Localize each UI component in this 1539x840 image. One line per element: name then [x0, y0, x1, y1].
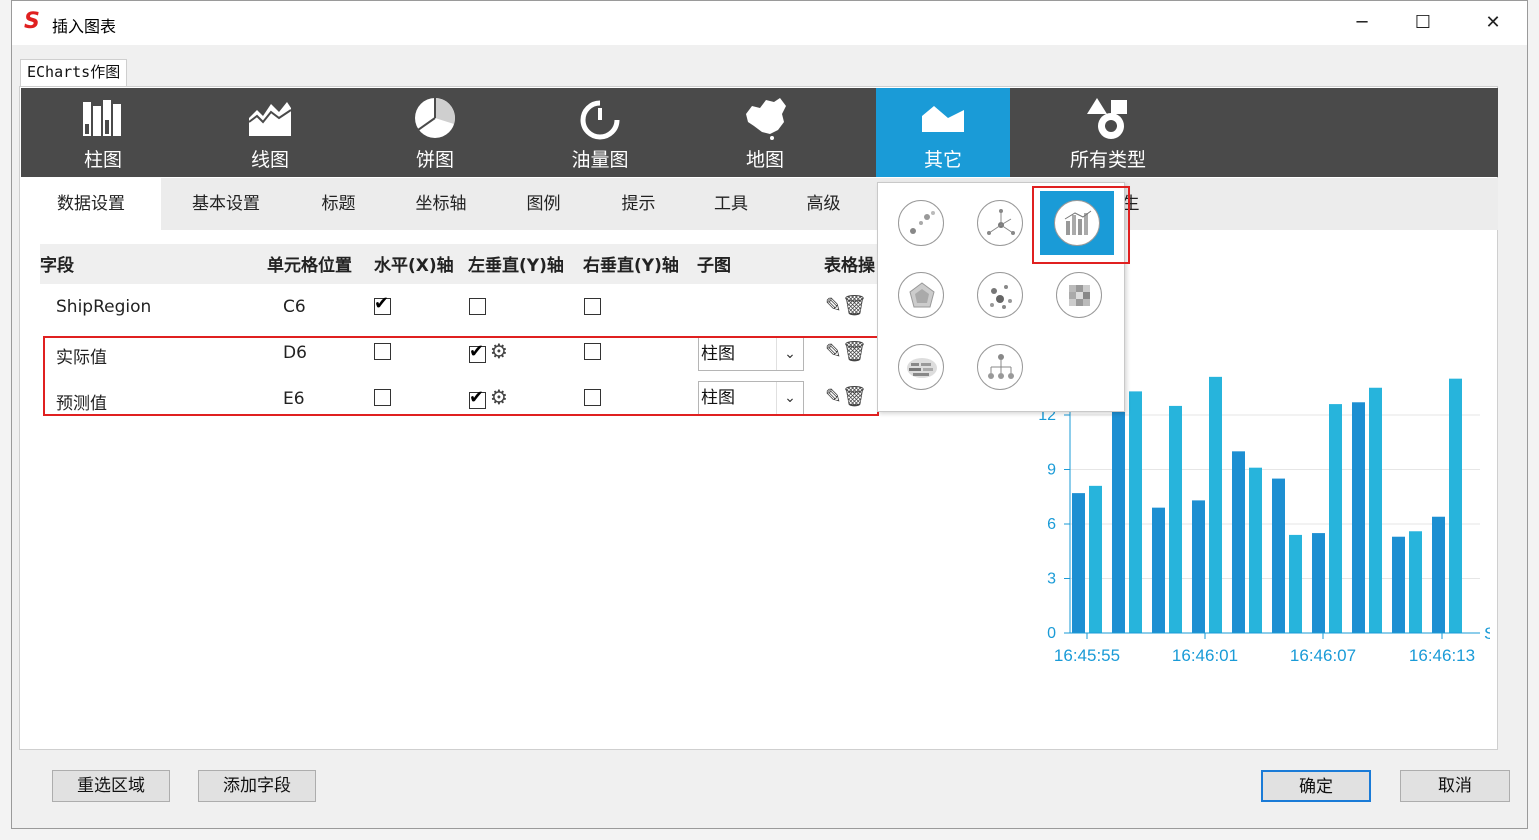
- other-chart-icon: [922, 106, 964, 132]
- bar: [1329, 404, 1342, 633]
- chart-type-line-chart[interactable]: 线图: [203, 88, 337, 177]
- dialog-title: 插入图表: [52, 17, 117, 36]
- chart-type-label: 线图: [250, 149, 289, 171]
- tab-legend[interactable]: 图例: [496, 178, 591, 230]
- chart-type-other[interactable]: 其它: [876, 88, 1010, 177]
- header-y-left: 左垂直(Y)轴: [468, 256, 564, 276]
- y-tick-label: 9: [1047, 462, 1056, 479]
- x-tick-label: 16:46:13: [1409, 646, 1475, 665]
- bar-chart-icon: [83, 100, 121, 136]
- radial-tree-icon[interactable]: [977, 200, 1023, 246]
- chart-type-gauge[interactable]: 油量图: [533, 88, 667, 177]
- bar: [1409, 531, 1422, 633]
- bar: [1129, 391, 1142, 633]
- close-button[interactable]: ✕: [1473, 9, 1513, 37]
- x-tick-label: 16:46:07: [1290, 646, 1356, 665]
- tab-axis[interactable]: 坐标轴: [386, 178, 496, 230]
- y-tick-label: 6: [1047, 516, 1056, 533]
- bar: [1192, 500, 1205, 633]
- tab-tools[interactable]: 工具: [686, 178, 776, 230]
- bar: [1112, 409, 1125, 633]
- bar: [1072, 493, 1085, 633]
- tab-tooltip[interactable]: 提示: [591, 178, 686, 230]
- map-icon: [746, 98, 786, 140]
- header-y-right: 右垂直(Y)轴: [583, 256, 679, 276]
- bar: [1392, 536, 1405, 633]
- tree-icon[interactable]: [977, 344, 1023, 390]
- tab-title[interactable]: 标题: [291, 178, 386, 230]
- header-actions: 表格操: [824, 256, 875, 276]
- echarts-editor-tab[interactable]: ECharts作图: [20, 59, 128, 86]
- chart-type-label: 其它: [923, 149, 962, 171]
- header-cell: 单元格位置: [267, 256, 352, 276]
- ok-button[interactable]: 确定: [1261, 770, 1371, 802]
- bar: [1312, 533, 1325, 633]
- field-table-header: 字段 单元格位置 水平(X)轴 左垂直(Y)轴 右垂直(Y)轴 子图 表格操: [40, 244, 878, 284]
- header-subchart: 子图: [697, 256, 731, 276]
- x-tick-label: 16:46:01: [1172, 646, 1238, 665]
- bar: [1209, 376, 1222, 633]
- delete-icon[interactable]: 🗑: [842, 293, 867, 317]
- edit-icon[interactable]: ✎: [825, 293, 842, 317]
- chart-type-label: 地图: [745, 149, 784, 171]
- minimize-button[interactable]: ─: [1342, 9, 1382, 37]
- bar: [1289, 534, 1302, 633]
- y-tick-label: 0: [1047, 625, 1056, 642]
- settings-tabs: 数据设置 基本设置 标题 坐标轴 图例 提示 工具 高级 生: [21, 178, 1498, 230]
- chart-type-label: 所有类型: [1069, 149, 1146, 171]
- all-types-icon: [1087, 98, 1127, 139]
- bar: [1369, 387, 1382, 633]
- row-cell: C6: [283, 297, 306, 317]
- row-field: ShipRegion: [56, 297, 152, 317]
- heatmap-icon[interactable]: [1056, 272, 1102, 318]
- bar: [1169, 405, 1182, 633]
- x-tick-label: 16:45:55: [1054, 646, 1120, 665]
- word-cloud-icon[interactable]: [898, 344, 944, 390]
- radar-icon[interactable]: [898, 272, 944, 318]
- add-field-button[interactable]: 添加字段: [198, 770, 316, 802]
- bar: [1449, 378, 1462, 633]
- reselect-area-button[interactable]: 重选区域: [52, 770, 170, 802]
- chart-type-label: 柱图: [83, 149, 122, 171]
- highlight-box-rows: [43, 336, 879, 416]
- scatter-icon[interactable]: [898, 200, 944, 246]
- chart-type-map[interactable]: 地图: [698, 88, 832, 177]
- chart-type-bar: 柱图 线图 饼图 油量图 地图 其它 所有类型: [21, 88, 1498, 177]
- row-actions: ✎🗑: [825, 293, 867, 317]
- tab-basic-settings[interactable]: 基本设置: [161, 178, 291, 230]
- gauge-icon: [580, 100, 620, 140]
- bar: [1089, 485, 1102, 633]
- chart-type-pie-chart[interactable]: 饼图: [368, 88, 502, 177]
- y-left-checkbox[interactable]: [469, 298, 486, 315]
- bar: [1152, 507, 1165, 633]
- x-axis-checkbox[interactable]: [374, 293, 391, 315]
- header-x-axis: 水平(X)轴: [374, 256, 454, 276]
- chart-type-label: 饼图: [415, 149, 454, 171]
- y-right-checkbox[interactable]: [584, 298, 601, 315]
- bar: [1352, 402, 1365, 633]
- header-field: 字段: [40, 256, 74, 276]
- highlight-box-mixed-chart: [1032, 186, 1130, 264]
- tab-data-settings[interactable]: 数据设置: [21, 178, 161, 230]
- title-bar: S 插入图表 ─ ☐ ✕: [12, 1, 1527, 45]
- bar: [1232, 451, 1245, 633]
- bar: [1432, 516, 1445, 633]
- tab-advanced[interactable]: 高级: [776, 178, 871, 230]
- pie-chart-icon: [415, 98, 455, 138]
- chart-type-all[interactable]: 所有类型: [1041, 88, 1175, 177]
- maximize-button[interactable]: ☐: [1403, 9, 1443, 37]
- chart-type-label: 油量图: [571, 149, 629, 171]
- app-logo-icon: S: [24, 9, 40, 34]
- cancel-button[interactable]: 取消: [1400, 770, 1510, 802]
- bar: [1249, 467, 1262, 633]
- y-tick-label: 3: [1047, 571, 1056, 588]
- graph-icon[interactable]: [977, 272, 1023, 318]
- bar: [1272, 478, 1285, 633]
- line-chart-icon: [248, 102, 292, 136]
- x-axis-name: Sh: [1484, 624, 1490, 643]
- chart-type-bar-chart[interactable]: 柱图: [36, 88, 170, 177]
